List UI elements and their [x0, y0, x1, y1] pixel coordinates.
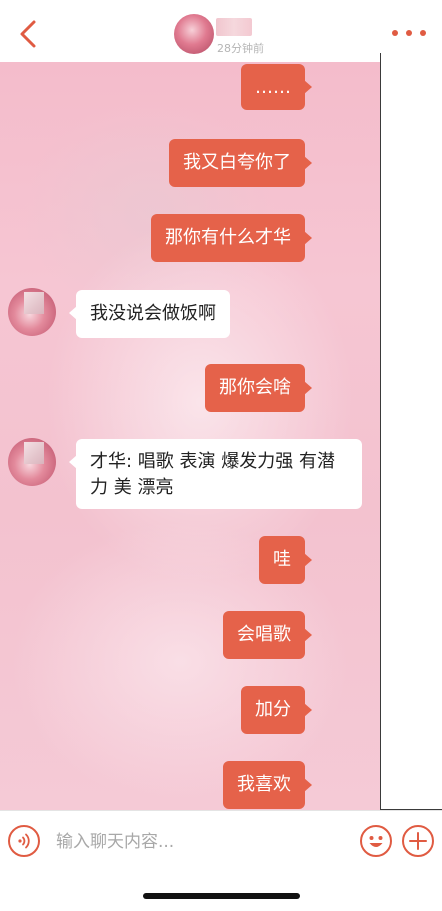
back-button[interactable]: [14, 18, 42, 50]
sound-wave-icon: [18, 833, 30, 849]
avatar-pixelation: [24, 442, 44, 464]
chat-background: …… 我又白夸你了 那你有什么才华 我没说会做饭啊 那你会啥 才华: 唱歌 表演…: [0, 62, 380, 810]
message-bubble-sent[interactable]: 我喜欢: [223, 761, 312, 809]
message-input[interactable]: [56, 825, 346, 859]
message-bubble-sent[interactable]: 那你会啥: [205, 364, 312, 412]
home-indicator[interactable]: [143, 893, 300, 899]
message-text-line: 才华: 唱歌 表演 爆发力强 有潜: [90, 451, 335, 472]
more-dot-icon: [406, 30, 412, 36]
emoji-button[interactable]: [360, 825, 392, 857]
chevron-left-icon: [20, 20, 36, 48]
message-text: 我喜欢: [237, 774, 291, 795]
voice-input-button[interactable]: [8, 825, 40, 857]
contact-name-blurred: [216, 18, 252, 36]
avatar-pixelation: [24, 292, 44, 314]
message-text: 会唱歌: [237, 624, 291, 645]
chat-header: 28分钟前: [0, 0, 442, 62]
more-dot-icon: [392, 30, 398, 36]
message-bubble-sent[interactable]: 加分: [241, 686, 312, 734]
more-options-button[interactable]: [392, 26, 426, 40]
side-panel: [380, 53, 442, 810]
message-text: 我又白夸你了: [183, 152, 291, 173]
message-bubble-received[interactable]: 我没说会做饭啊: [69, 290, 230, 338]
message-bubble-sent[interactable]: 会唱歌: [223, 611, 312, 659]
message-bubble-sent[interactable]: 哇: [259, 536, 312, 584]
message-text: 我没说会做饭啊: [90, 303, 216, 324]
more-dot-icon: [420, 30, 426, 36]
more-actions-button[interactable]: [402, 825, 434, 857]
contact-chat-avatar[interactable]: [8, 288, 56, 336]
contact-avatar[interactable]: [174, 14, 214, 54]
chat-screen: 28分钟前 …… 我又白夸你了 那你有什么才华 我没说会做饭啊 那你会啥 才华:…: [0, 0, 442, 911]
contact-chat-avatar[interactable]: [8, 438, 56, 486]
message-text: ……: [255, 77, 291, 98]
message-bubble-received[interactable]: 才华: 唱歌 表演 爆发力强 有潜 力 美 漂亮: [69, 439, 362, 509]
last-seen-status: 28分钟前: [217, 42, 264, 55]
message-text-line: 力 美 漂亮: [90, 477, 174, 498]
plus-icon: [409, 832, 427, 850]
message-bubble-sent[interactable]: ……: [241, 64, 312, 110]
message-bubble-sent[interactable]: 那你有什么才华: [151, 214, 312, 262]
message-text: 那你会啥: [219, 377, 291, 398]
smiley-icon: [369, 836, 383, 847]
message-text: 那你有什么才华: [165, 227, 291, 248]
message-bubble-sent[interactable]: 我又白夸你了: [169, 139, 312, 187]
message-text: 加分: [255, 699, 291, 720]
message-text: 哇: [273, 549, 291, 570]
